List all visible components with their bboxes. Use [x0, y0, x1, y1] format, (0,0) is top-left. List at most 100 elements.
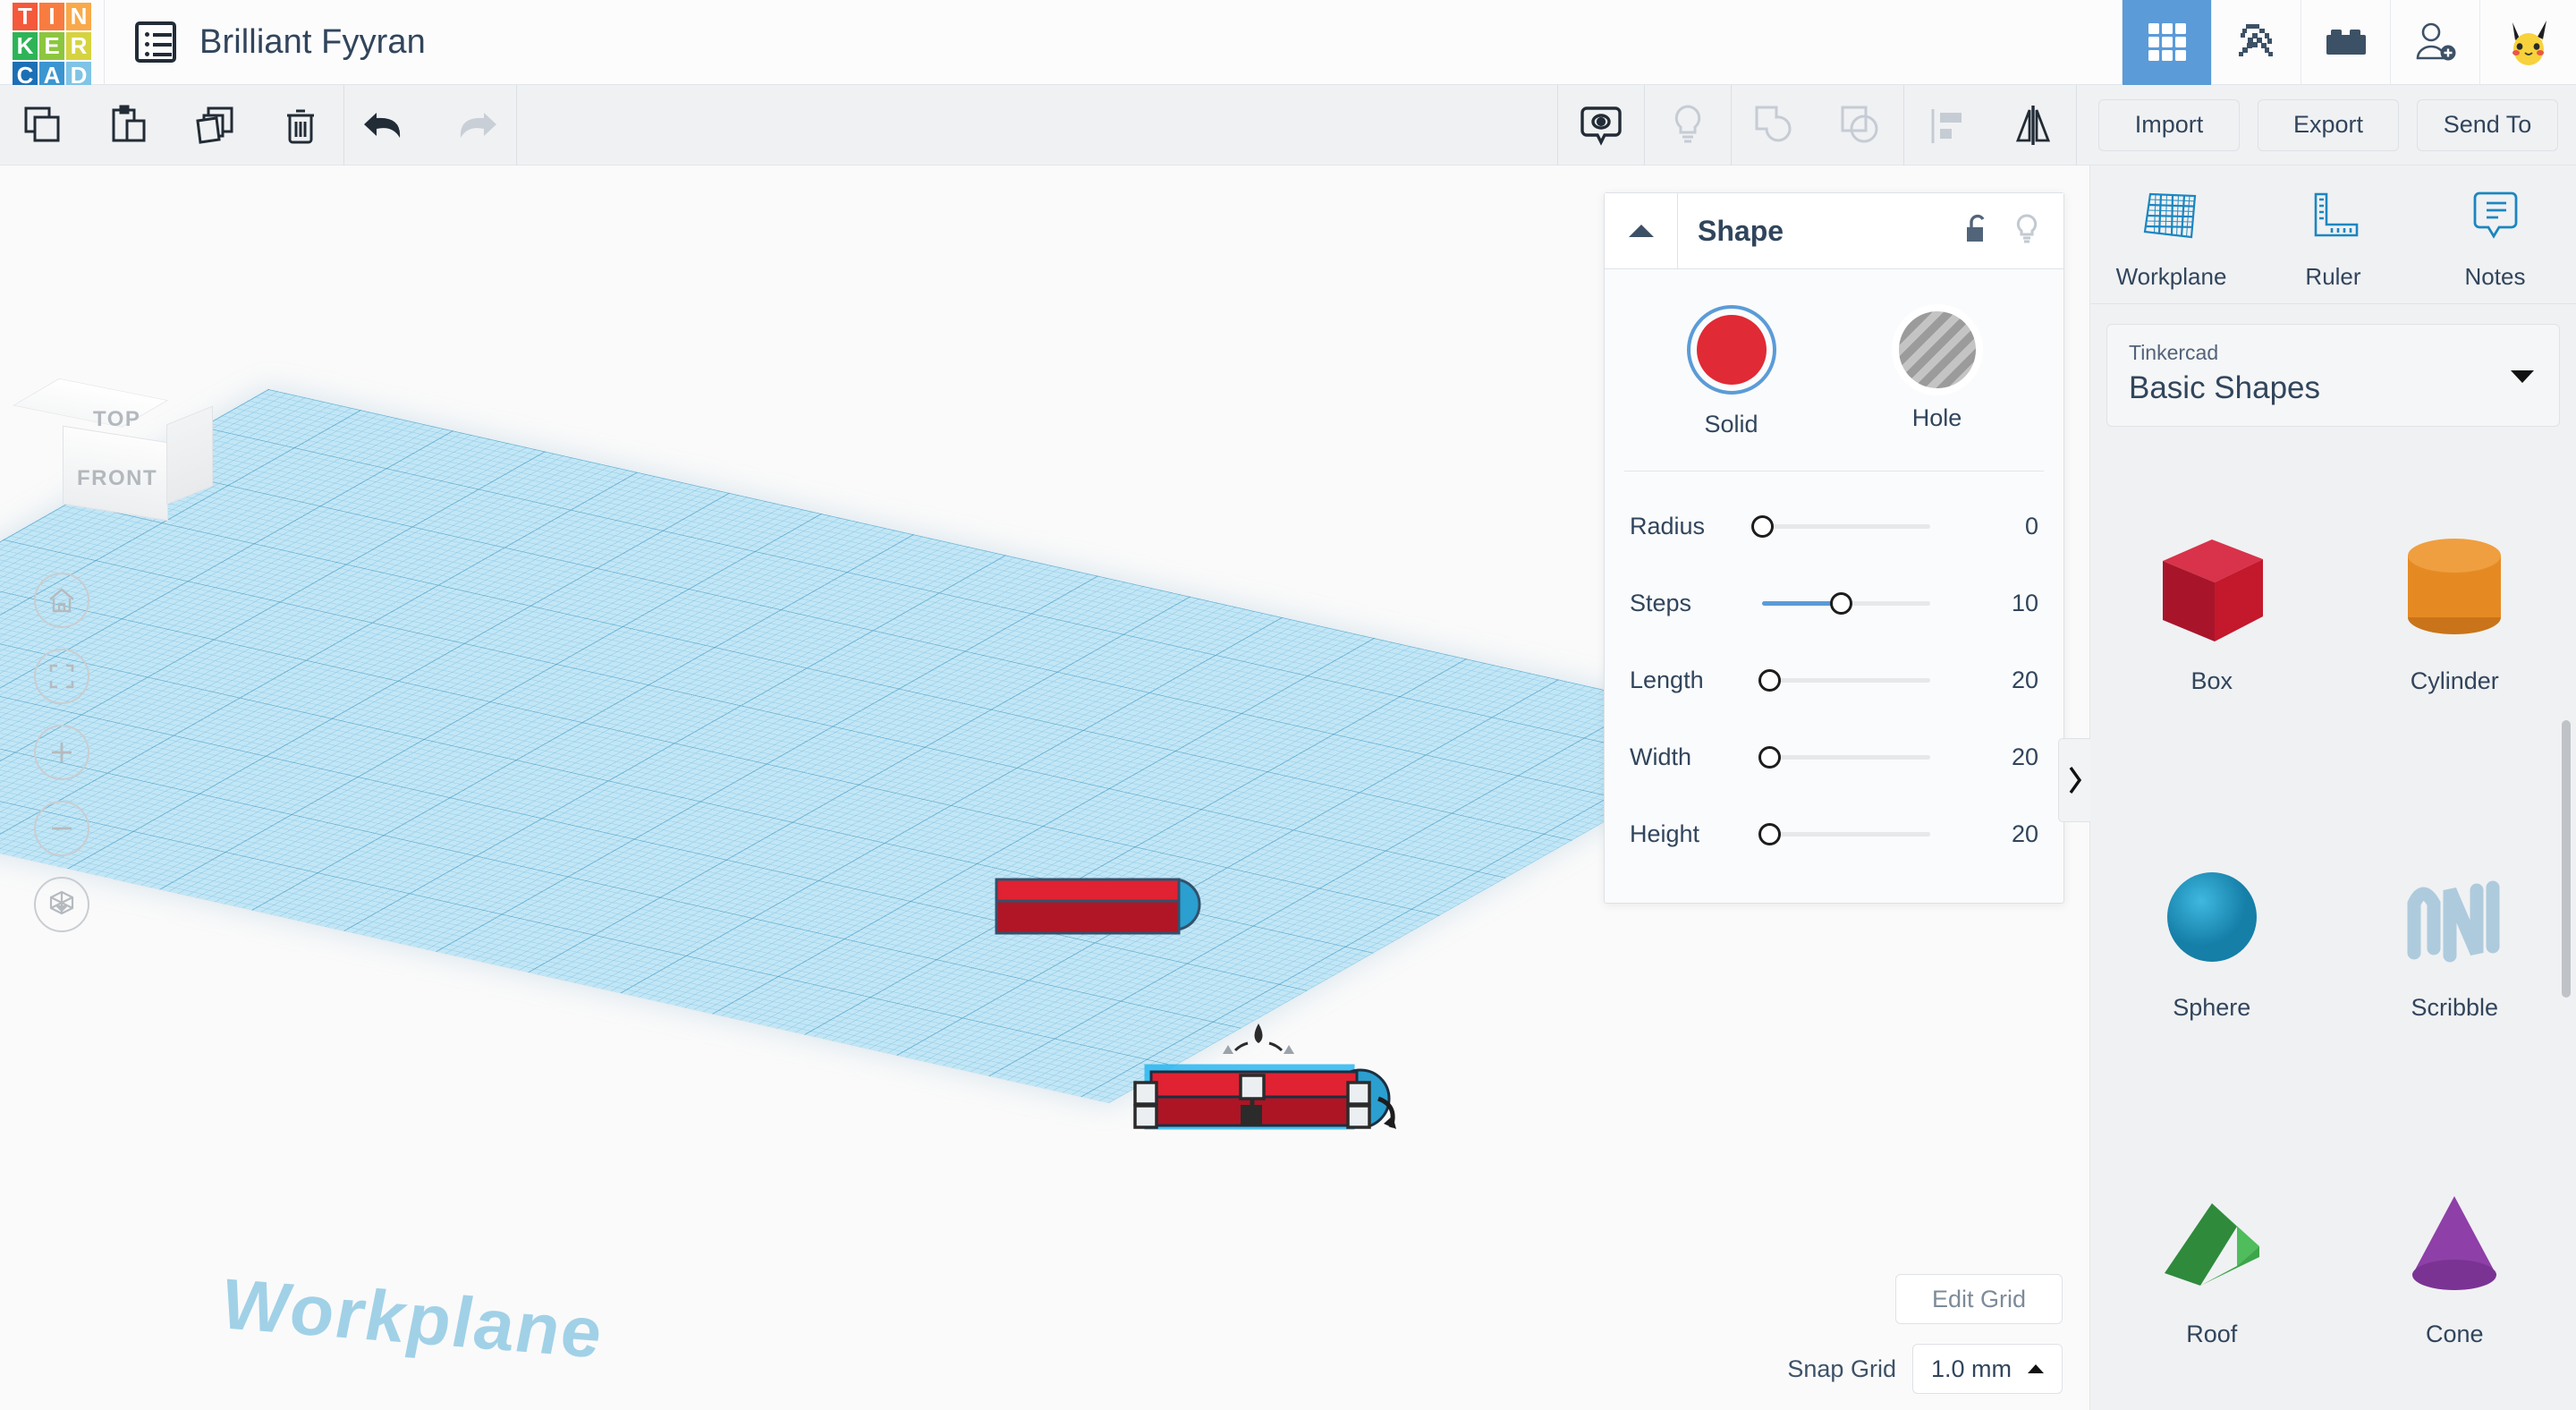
main-toolbar: Import Export Send To: [0, 85, 2576, 166]
inspector-title: Shape: [1698, 215, 1784, 248]
shape-type-solid[interactable]: Solid: [1660, 305, 1803, 438]
chevron-right-icon[interactable]: [2058, 738, 2090, 822]
zoom-in-icon[interactable]: [34, 725, 89, 780]
export-button[interactable]: Export: [2258, 99, 2399, 151]
slider-knob[interactable]: [1751, 515, 1774, 538]
group-icon[interactable]: [1732, 85, 1818, 166]
slider-knob[interactable]: [1758, 746, 1781, 769]
tinkercad-logo[interactable]: TINKERCAD: [13, 3, 91, 81]
shape-library-dropdown[interactable]: Tinkercad Basic Shapes: [2106, 324, 2560, 427]
tinkercad-app: TINKERCAD Brilliant Fyyran: [0, 0, 2576, 1410]
shape-item-label: Cone: [2426, 1321, 2484, 1348]
minecraft-pickaxe-icon[interactable]: [2211, 0, 2301, 85]
slider-steps[interactable]: Steps10: [1605, 565, 2063, 641]
logo-tile-e: E: [39, 32, 64, 60]
shape-item-cylinder[interactable]: Cylinder: [2334, 450, 2576, 768]
show-hide-icon[interactable]: [1558, 85, 1644, 166]
shape-item-scribble[interactable]: Scribble: [2334, 777, 2576, 1094]
red-box-with-blue-sphere-unselected[interactable]: [991, 865, 1215, 955]
notes-tool[interactable]: Notes: [2414, 189, 2576, 291]
lightbulb-icon[interactable]: [2013, 213, 2040, 250]
slider-width[interactable]: Width20: [1605, 718, 2063, 795]
slider-value: 0: [2025, 513, 2038, 540]
slider-knob[interactable]: [1758, 669, 1781, 692]
top-bar: TINKERCAD Brilliant Fyyran: [0, 0, 2576, 85]
lightbulb-icon[interactable]: [1645, 85, 1731, 166]
slider-track[interactable]: [1762, 678, 1930, 683]
slider-value: 20: [2012, 743, 2038, 771]
shape-item-label: Scribble: [2411, 994, 2498, 1022]
shape-item-label: Cylinder: [2411, 667, 2499, 695]
designs-grid-icon[interactable]: [2122, 0, 2211, 85]
shape-thumbnail: [2145, 523, 2279, 662]
duplicate-icon[interactable]: [172, 85, 258, 166]
shape-thumbnail: [2145, 850, 2279, 989]
slider-track[interactable]: [1762, 755, 1930, 760]
slider-track[interactable]: [1762, 524, 1930, 529]
slider-fill: [1762, 601, 1841, 606]
library-source-label: Tinkercad: [2129, 341, 2538, 365]
slider-track[interactable]: [1762, 832, 1930, 837]
documents-list-icon[interactable]: [135, 21, 176, 63]
slider-length[interactable]: Length20: [1605, 641, 2063, 718]
logo-tile-n: N: [66, 3, 91, 30]
lego-brick-icon[interactable]: [2301, 0, 2390, 85]
view-cube[interactable]: TOP FRONT: [43, 373, 204, 530]
shape-item-roof[interactable]: Roof: [2090, 1103, 2334, 1410]
triangle-up-icon[interactable]: [1605, 193, 1678, 269]
orthographic-perspective-icon[interactable]: [34, 877, 89, 932]
snap-grid-value: 1.0 mm: [1931, 1355, 2012, 1383]
edit-grid-button[interactable]: Edit Grid: [1895, 1274, 2063, 1324]
history-tool-group: [344, 85, 516, 166]
send-to-button[interactable]: Send To: [2417, 99, 2558, 151]
fit-to-view-icon[interactable]: [34, 649, 89, 704]
shape-type-label: Hole: [1866, 404, 2009, 432]
shape-type-hole[interactable]: Hole: [1866, 305, 2009, 438]
snap-grid-select[interactable]: 1.0 mm: [1912, 1344, 2063, 1394]
align-icon[interactable]: [1904, 85, 1990, 166]
shape-parameter-sliders: Radius 0 Steps10Length20Width20Height20: [1605, 488, 2063, 872]
user-avatar-pikachu[interactable]: [2479, 0, 2576, 85]
red-box-with-blue-sphere-selected[interactable]: [1123, 1011, 1436, 1163]
ungroup-icon[interactable]: [1818, 85, 1903, 166]
shape-type-swatches: Solid Hole: [1605, 305, 2063, 438]
ruler-icon: [2301, 189, 2366, 246]
shape-item-cone[interactable]: Cone: [2334, 1103, 2576, 1410]
logo-tile-r: R: [66, 32, 91, 60]
logo-tile-i: I: [39, 3, 64, 30]
shape-item-sphere[interactable]: Sphere: [2090, 777, 2334, 1094]
add-person-icon[interactable]: [2390, 0, 2479, 85]
gallery-scrollbar[interactable]: [2562, 720, 2571, 998]
slider-height[interactable]: Height20: [1605, 795, 2063, 872]
mirror-icon[interactable]: [1990, 85, 2076, 166]
workplane-grid[interactable]: [0, 389, 1771, 1103]
slider-knob[interactable]: [1830, 592, 1852, 615]
inspector-header-icons: [1963, 213, 2063, 250]
shape-gallery: BoxCylinderSphereScribbleRoofConeTEXT: [2090, 450, 2576, 1410]
inspector-header: Shape: [1605, 193, 2063, 269]
toolbar-separator: [516, 85, 517, 166]
redo-icon[interactable]: [430, 85, 516, 166]
copy-icon[interactable]: [0, 85, 86, 166]
slider-track[interactable]: [1762, 601, 1930, 606]
page-title: Brilliant Fyyran: [199, 23, 426, 62]
slider-radius[interactable]: Radius 0: [1605, 488, 2063, 565]
zoom-out-icon[interactable]: [34, 801, 89, 856]
shape-thumbnail: [2387, 850, 2521, 989]
slider-label: Radius: [1630, 513, 1762, 540]
shape-item-box[interactable]: Box: [2090, 450, 2334, 768]
slider-knob[interactable]: [1758, 823, 1781, 845]
undo-icon[interactable]: [344, 85, 430, 166]
import-button[interactable]: Import: [2098, 99, 2240, 151]
chevron-down-icon: [2511, 370, 2534, 383]
ruler-tool-label: Ruler: [2252, 263, 2414, 291]
unlock-icon[interactable]: [1963, 213, 1990, 250]
shape-item-label: Roof: [2186, 1321, 2237, 1348]
workplane-tool[interactable]: Workplane: [2090, 189, 2252, 291]
paste-icon[interactable]: [86, 85, 172, 166]
delete-icon[interactable]: [258, 85, 343, 166]
navigation-controls: [34, 573, 89, 953]
shape-item-label: Box: [2190, 667, 2233, 695]
home-view-icon[interactable]: [34, 573, 89, 628]
ruler-tool[interactable]: Ruler: [2252, 189, 2414, 291]
